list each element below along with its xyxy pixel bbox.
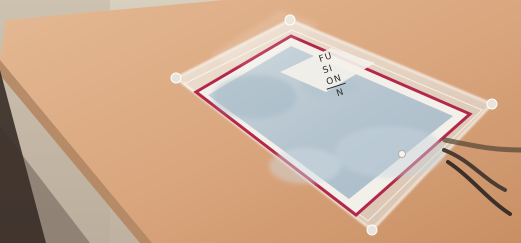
- stand-bolt: [366, 224, 378, 236]
- stand-bolt: [486, 98, 498, 110]
- stand-bolt: [170, 72, 182, 84]
- photo-scene: FU SI ON N: [0, 0, 521, 243]
- home-button-icon: [398, 150, 406, 158]
- photo-illustration: FU SI ON N: [0, 0, 521, 243]
